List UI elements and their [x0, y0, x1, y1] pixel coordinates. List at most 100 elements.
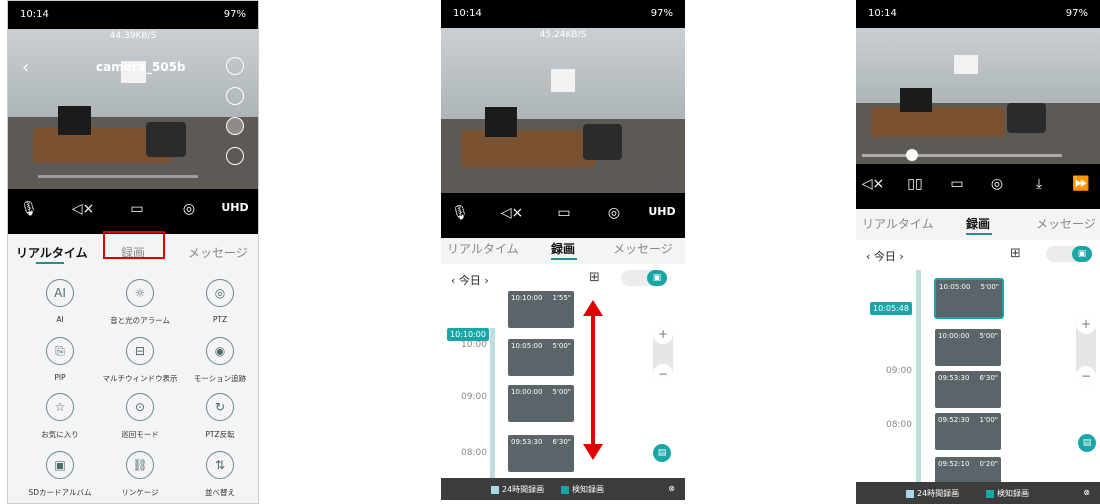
feature-item[interactable]: ⛓ リンケージ — [100, 451, 180, 498]
log-icon[interactable]: ▤ — [1078, 434, 1096, 452]
feature-icon: AI — [46, 279, 74, 307]
timeline-label: 10:00 — [461, 340, 487, 350]
grid-view-icon[interactable]: ⊞ — [1010, 246, 1021, 261]
recording-clip[interactable]: 10:10:00 1'55" — [507, 290, 575, 329]
feature-item[interactable]: ⊙ 巡回モード — [100, 393, 180, 440]
recording-clip[interactable]: 10:00:00 5'00" — [934, 328, 1002, 367]
date-label: 今日 — [458, 274, 481, 287]
tab-realtime[interactable]: リアルタイム — [862, 215, 934, 232]
playback-panel: ‹ 今日 › ⊞ ▣ 10:05:48 09:00 08:00 10:05:00… — [856, 240, 1100, 504]
light-icon[interactable] — [226, 87, 244, 105]
back-icon[interactable]: ‹ — [22, 57, 29, 78]
status-bar: 10:14 97% — [441, 0, 685, 28]
scroll-arrow — [583, 300, 603, 460]
zoom-control: + − — [653, 324, 673, 384]
tab-messages[interactable]: メッセージ — [613, 240, 673, 257]
storage-toggle[interactable]: ▣ — [621, 270, 667, 286]
zoom-out-button[interactable]: − — [1076, 366, 1096, 386]
recording-clip[interactable]: 10:00:00 5'00" — [507, 384, 575, 423]
zoom-slider[interactable] — [38, 175, 198, 178]
zoom-in-button[interactable]: + — [1076, 314, 1096, 334]
status-time: 10:14 — [453, 8, 482, 19]
mute-icon[interactable]: ◁× — [497, 205, 527, 221]
snapshot-icon[interactable]: ◎ — [174, 201, 204, 217]
mic-icon[interactable]: 🎙 — [14, 201, 44, 217]
timeline-bar[interactable] — [490, 328, 495, 493]
tab-messages[interactable]: メッセージ — [188, 244, 248, 261]
date-selector[interactable]: ‹ 今日 › — [451, 272, 489, 288]
close-icon[interactable]: ⊗ — [1083, 488, 1090, 497]
legend-bar: 24時間録画 検知録画 ⊗ — [441, 478, 685, 500]
feature-item[interactable]: ⇅ 並べ替え — [180, 451, 258, 498]
download-icon[interactable]: ⤓ — [1024, 176, 1054, 192]
feature-item[interactable]: ◎ PTZ — [180, 279, 258, 324]
feature-label: PIP — [54, 373, 66, 382]
progress-bar[interactable] — [862, 154, 1062, 157]
feature-icon: ☆ — [46, 393, 74, 421]
tab-realtime[interactable]: リアルタイム — [16, 244, 88, 261]
recording-clip[interactable]: 10:05:00 5'00" — [934, 278, 1004, 319]
clip-time: 09:52:10 — [938, 460, 970, 468]
control-bar: 🎙 ◁× ▭ ◎ UHD — [8, 189, 258, 234]
feature-item[interactable]: ☼ 音と光のアラーム — [100, 279, 180, 326]
feature-item[interactable]: ⊟ マルチウィンドウ表示 — [100, 337, 180, 384]
quality-button[interactable]: UHD — [220, 201, 250, 214]
storage-toggle[interactable]: ▣ — [1046, 246, 1092, 262]
tab-recording[interactable]: 録画 — [551, 240, 575, 257]
pip-icon[interactable] — [226, 147, 244, 165]
tab-messages[interactable]: メッセージ — [1036, 215, 1096, 232]
tab-bar: リアルタイム 録画 メッセージ — [856, 205, 1100, 241]
snapshot-icon[interactable]: ◎ — [599, 205, 629, 221]
recording-clip[interactable]: 09:53:30 6'30" — [507, 434, 575, 473]
sd-card-icon: ▣ — [1072, 246, 1092, 262]
clip-time: 10:05:00 — [939, 283, 971, 291]
quality-button[interactable]: UHD — [647, 205, 677, 218]
tab-recording[interactable]: 録画 — [966, 215, 990, 232]
record-icon[interactable]: ▭ — [549, 205, 579, 221]
pause-icon[interactable]: ▯▯ — [900, 176, 930, 192]
close-icon[interactable]: ⊗ — [668, 484, 675, 493]
record-icon[interactable]: ▭ — [122, 201, 152, 217]
mute-icon[interactable]: ◁× — [858, 176, 888, 192]
feature-item[interactable]: AI AI — [20, 279, 100, 324]
feature-label: お気に入り — [41, 430, 79, 439]
record-icon[interactable]: ▭ — [942, 176, 972, 192]
highlight-box — [103, 231, 165, 259]
feature-icon: ⛓ — [126, 451, 154, 479]
feature-label: PTZ — [212, 315, 228, 324]
recording-clip[interactable]: 09:53:30 6'30" — [934, 370, 1002, 409]
feature-item[interactable]: ↻ PTZ反転 — [180, 393, 258, 440]
stop-icon[interactable] — [226, 117, 244, 135]
battery-level: 97% — [223, 9, 246, 20]
progress-handle[interactable] — [906, 149, 918, 161]
speed-icon[interactable]: ⏩ — [1066, 176, 1096, 192]
mute-icon[interactable]: ◁× — [68, 201, 98, 217]
live-video[interactable]: 45.24KB/S — [441, 28, 685, 193]
zoom-out-button[interactable]: − — [653, 364, 673, 384]
clip-duration: 1'55" — [552, 294, 571, 302]
log-icon[interactable]: ▤ — [653, 444, 671, 462]
feature-item[interactable]: ☆ お気に入り — [20, 393, 100, 440]
recording-clip[interactable]: 09:52:30 1'00" — [934, 412, 1002, 451]
status-bar: 10:14 97% — [8, 1, 258, 29]
recording-clip[interactable]: 10:05:00 5'00" — [507, 338, 575, 377]
zoom-in-button[interactable]: + — [653, 324, 673, 344]
feature-item[interactable]: ◉ モーション追跡 — [180, 337, 258, 384]
feature-item[interactable]: ▣ SDカードアルバム — [20, 451, 100, 498]
mic-icon[interactable]: 🎙 — [445, 205, 475, 221]
clip-time: 10:00:00 — [938, 332, 970, 340]
feature-item[interactable]: ⎘ PIP — [20, 337, 100, 382]
snapshot-icon[interactable]: ◎ — [982, 176, 1012, 192]
timeline-bar[interactable] — [916, 270, 921, 504]
grid-view-icon[interactable]: ⊞ — [589, 270, 600, 285]
live-video[interactable]: 44.39KB/S ‹ camera_505b — [8, 29, 258, 189]
playback-video[interactable] — [856, 28, 1100, 164]
clip-duration: 1'00" — [979, 416, 998, 424]
clip-duration: 6'30" — [552, 438, 571, 446]
playback-panel: ‹ 今日 › ⊞ ▣ 10:10:00 10:00 09:00 08:00 10… — [441, 264, 685, 504]
tab-realtime[interactable]: リアルタイム — [447, 240, 519, 257]
settings-icon[interactable] — [226, 57, 244, 75]
control-bar: ◁× ▯▯ ▭ ◎ ⤓ ⏩ — [856, 164, 1100, 209]
feature-icon: ⊟ — [126, 337, 154, 365]
date-selector[interactable]: ‹ 今日 › — [866, 248, 904, 264]
